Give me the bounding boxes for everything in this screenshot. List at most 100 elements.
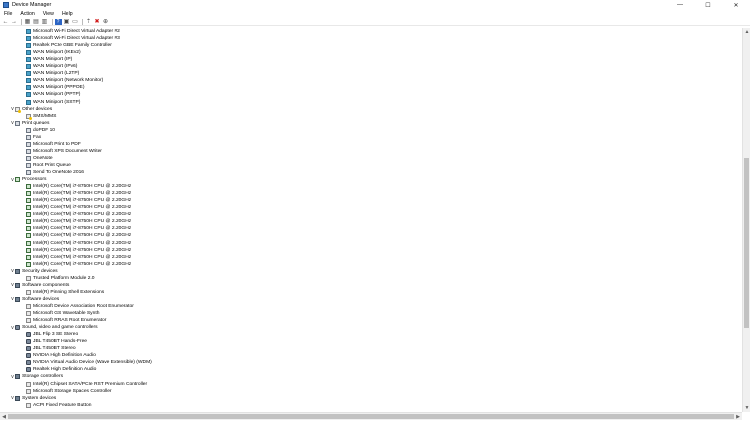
tree-device[interactable]: Fax: [0, 134, 41, 141]
tree-category[interactable]: v Software devices: [0, 296, 59, 303]
scroll-up-icon[interactable]: ▲: [743, 28, 750, 36]
tree-device[interactable]: Intel(R) Core(TM) i7-8750H CPU @ 2.20GHz: [0, 254, 131, 261]
update-driver-icon[interactable]: ⇡: [85, 19, 92, 25]
properties-icon[interactable]: ▦: [24, 19, 31, 25]
scroll-left-icon[interactable]: ◀: [0, 413, 8, 421]
tree-device[interactable]: NVIDIA Virtual Audio Device (Wave Extens…: [0, 359, 152, 366]
tree-device[interactable]: Intel(R) Chipset SATA/PCIe RST Premium C…: [0, 381, 147, 388]
tree-device[interactable]: Intel(R) Core(TM) i7-8750H CPU @ 2.20GHz: [0, 261, 131, 268]
tree-label: System devices: [22, 395, 57, 401]
tree-device[interactable]: Intel(R) Core(TM) i7-8750H CPU @ 2.20GHz: [0, 197, 131, 204]
tree-device[interactable]: Intel(R) Core(TM) i7-8750H CPU @ 2.20GHz: [0, 247, 131, 254]
close-button[interactable]: ✕: [722, 0, 750, 10]
menu-file[interactable]: File: [0, 11, 16, 17]
tree-label: SMS/MMS: [33, 113, 57, 119]
tree-device[interactable]: WAN Miniport (Network Monitor): [0, 77, 103, 84]
tree-device[interactable]: JBL T450BT Stereo: [0, 345, 76, 352]
tree-device[interactable]: WAN Miniport (L2TP): [0, 70, 79, 77]
menu-view[interactable]: View: [39, 11, 58, 17]
tree-device[interactable]: ACPI Fixed Feature Button: [0, 402, 91, 409]
tree-device[interactable]: SMS/MMS: [0, 113, 56, 120]
scroll-right-icon[interactable]: ▶: [734, 413, 742, 421]
tree-device[interactable]: Intel(R) Core(TM) i7-8750H CPU @ 2.20GHz: [0, 204, 131, 211]
minimize-button[interactable]: —: [666, 0, 694, 10]
tree-device[interactable]: WAN Miniport (IP): [0, 56, 72, 63]
tree-category[interactable]: v Software components: [0, 282, 69, 289]
monitor-icon[interactable]: ▭: [72, 19, 79, 25]
tree-label: Microsoft XPS Document Writer: [33, 148, 102, 154]
tree-category[interactable]: v System devices: [0, 395, 56, 402]
tree-device[interactable]: Trusted Platform Module 2.0: [0, 275, 95, 282]
vertical-scroll-thumb[interactable]: [744, 158, 749, 328]
help-icon[interactable]: ?: [54, 18, 62, 25]
prn-device-icon: [26, 141, 31, 147]
tree-label: Sound, video and game controllers: [22, 325, 98, 331]
tree-device[interactable]: Microsoft Storage Spaces Controller: [0, 388, 112, 395]
tree-device[interactable]: Intel(R) Core(TM) i7-8750H CPU @ 2.20GHz: [0, 183, 131, 190]
tree-category[interactable]: v Processors: [0, 176, 46, 183]
tree-device[interactable]: OneNote: [0, 155, 53, 162]
tree-device[interactable]: doPDF 10: [0, 127, 55, 134]
scan-hardware-icon[interactable]: ⊕: [102, 19, 109, 25]
tree-device[interactable]: Realtek High Definition Audio: [0, 366, 96, 373]
tree-device[interactable]: WAN Miniport (PPPOE): [0, 84, 84, 91]
tree-device[interactable]: NVIDIA High Definition Audio: [0, 352, 96, 359]
tree-label: JBL T450BT Stereo: [33, 346, 76, 352]
tree-category[interactable]: v Security devices: [0, 268, 58, 275]
tree-device[interactable]: JBL Flip 3 SE Stereo: [0, 331, 78, 338]
net-device-icon: [26, 57, 31, 63]
prn-device-icon: [26, 127, 31, 133]
tree-device[interactable]: WAN Miniport (PPTP): [0, 91, 80, 98]
back-icon[interactable]: ←: [2, 19, 9, 25]
device-tree[interactable]: Microsoft Wi-Fi Direct Virtual Adapter #…: [0, 28, 740, 412]
tree-device[interactable]: Intel(R) Core(TM) i7-8750H CPU @ 2.20GHz: [0, 211, 131, 218]
tree-category[interactable]: v Print queues: [0, 120, 49, 127]
dev-device-icon: [26, 311, 31, 316]
horizontal-scroll-thumb[interactable]: [8, 414, 734, 419]
tree-device[interactable]: Microsoft Device Association Root Enumer…: [0, 303, 134, 310]
tree-device[interactable]: Intel(R) Core(TM) i7-8750H CPU @ 2.20GHz: [0, 232, 131, 239]
tree-category[interactable]: v Sound, video and game controllers: [0, 324, 98, 331]
view-resources-icon[interactable]: ▥: [41, 19, 48, 25]
menu-help[interactable]: Help: [58, 11, 77, 17]
tree-device[interactable]: Intel(R) Core(TM) i7-8750H CPU @ 2.20GHz: [0, 225, 131, 232]
tree-label: Intel(R) Pinning Shell Extensions: [33, 289, 105, 295]
horizontal-scrollbar[interactable]: ◀ ▶: [0, 412, 742, 420]
tree-device[interactable]: JBL T450BT Hands-Free: [0, 338, 87, 345]
tree-device[interactable]: Microsoft GS Wavetable Synth: [0, 310, 99, 317]
tree-device[interactable]: WAN Miniport (SSTP): [0, 99, 80, 106]
tree-category[interactable]: v Storage controllers: [0, 373, 63, 380]
tree-device[interactable]: Intel(R) Pinning Shell Extensions: [0, 289, 104, 296]
tree-device[interactable]: Intel(R) Core(TM) i7-8750H CPU @ 2.20GHz: [0, 240, 131, 247]
cpu-device-icon: [26, 226, 31, 232]
snd-device-icon: [26, 360, 31, 366]
uninstall-icon[interactable]: ✖: [94, 19, 101, 25]
show-hide-tree-icon[interactable]: ▤: [33, 19, 40, 25]
vertical-scrollbar[interactable]: ▲ ▼: [742, 28, 750, 412]
maximize-button[interactable]: ☐: [694, 0, 722, 10]
tree-device[interactable]: WAN Miniport (IKEv2): [0, 49, 81, 56]
computer-icon[interactable]: ▣: [63, 19, 70, 25]
forward-icon[interactable]: →: [11, 19, 18, 25]
tree-device[interactable]: Realtek PCIe GBE Family Controller: [0, 42, 112, 49]
menu-action[interactable]: Action: [16, 11, 38, 17]
tree-label: JBL T450BT Hands-Free: [33, 339, 88, 345]
tree-label: Security devices: [22, 268, 58, 274]
menu-bar: File Action View Help: [0, 10, 750, 18]
tree-device[interactable]: Root Print Queue: [0, 162, 71, 169]
scroll-down-icon[interactable]: ▼: [743, 404, 750, 412]
tree-device[interactable]: WAN Miniport (IPv6): [0, 63, 77, 70]
tree-device[interactable]: Microsoft RRAS Root Enumerator: [0, 317, 106, 324]
prn-device-icon: [26, 162, 31, 168]
tree-device[interactable]: Microsoft XPS Document Writer: [0, 148, 102, 155]
tree-device[interactable]: Intel(R) Core(TM) i7-8750H CPU @ 2.20GHz: [0, 190, 131, 197]
tree-device[interactable]: Microsoft Wi-Fi Direct Virtual Adapter #…: [0, 35, 120, 42]
tree-device[interactable]: Send To OneNote 2016: [0, 169, 84, 176]
toolbar-separator: [82, 18, 83, 25]
tree-device[interactable]: Intel(R) Core(TM) i7-8750H CPU @ 2.20GHz: [0, 218, 131, 225]
tree-category[interactable]: v Other devices: [0, 106, 52, 113]
tree-device[interactable]: Microsoft Wi-Fi Direct Virtual Adapter #…: [0, 28, 120, 35]
tree-label: WAN Miniport (IPv6): [33, 64, 78, 70]
tree-label: Intel(R) Core(TM) i7-8750H CPU @ 2.20GHz: [33, 205, 132, 211]
tree-device[interactable]: Microsoft Print to PDF: [0, 141, 81, 148]
